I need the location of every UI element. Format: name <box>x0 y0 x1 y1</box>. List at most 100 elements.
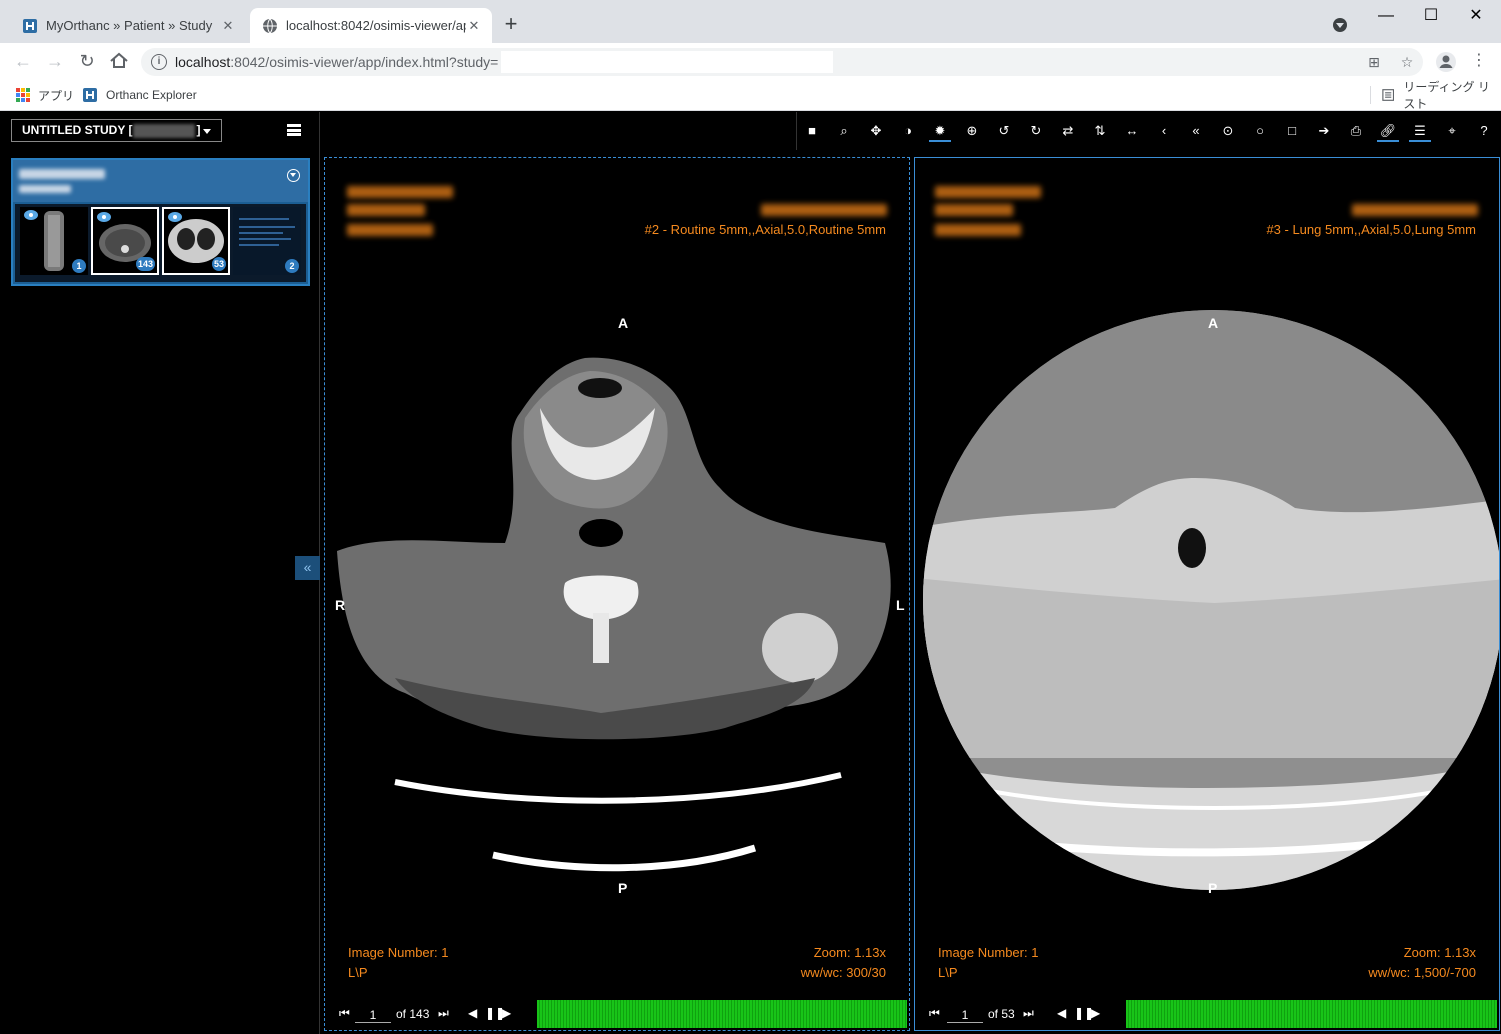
maximize-button[interactable]: ☐ <box>1411 4 1451 28</box>
patient-id-redacted <box>935 204 1013 216</box>
stop-icon[interactable]: ■ <box>801 120 823 142</box>
patient-name-redacted <box>347 186 453 198</box>
slice-loading-bar[interactable] <box>537 1000 907 1028</box>
series-thumbnail[interactable]: 2 <box>233 207 301 275</box>
study-date-redacted <box>133 123 196 138</box>
measure-length-icon[interactable]: ↔ <box>1121 120 1143 142</box>
eye-icon <box>168 212 182 222</box>
slice-number-input[interactable]: 1 <box>355 1007 391 1023</box>
ellipse-icon[interactable]: ○ <box>1249 120 1271 142</box>
contrast-icon[interactable]: ◑ <box>897 120 919 142</box>
study-sidebar: UNTITLED STUDY [] 1 143 53 2 <box>0 112 320 1034</box>
series-label: #3 - Lung 5mm,,Axial,5.0,Lung 5mm <box>1266 222 1476 237</box>
browser-tabstrip: MyOrthanc » Patient » Study ✕ localhost:… <box>0 0 1501 43</box>
slice-number-input[interactable]: 1 <box>947 1007 983 1023</box>
first-slice-icon[interactable]: ⏮ <box>339 1006 350 1021</box>
windowing-icon[interactable]: ✹ <box>929 120 951 142</box>
rectangle-icon[interactable]: □ <box>1281 120 1303 142</box>
browser-toolbar: ← → ↻ i localhost:8042/osimis-viewer/app… <box>0 43 1501 80</box>
tab-myorthanc[interactable]: MyOrthanc » Patient » Study ✕ <box>10 8 246 43</box>
image-count-badge: 53 <box>211 257 226 271</box>
close-icon[interactable]: ✕ <box>220 18 236 34</box>
previous-icon[interactable]: ‹ <box>1153 120 1175 142</box>
magnify-icon[interactable]: ⊕ <box>961 120 983 142</box>
slice-loading-bar[interactable] <box>1126 1000 1497 1028</box>
first-slice-icon[interactable]: ⏮ <box>929 1006 940 1021</box>
study-card-header <box>13 160 308 202</box>
image-number: Image Number: 1 <box>938 945 1039 960</box>
series-thumbnail[interactable]: 1 <box>20 207 88 275</box>
flip-horizontal-icon[interactable]: ⇄ <box>1057 120 1079 142</box>
study-card[interactable]: 1 143 53 2 <box>11 158 310 286</box>
translate-icon[interactable]: ⊞ <box>1365 53 1383 71</box>
forward-arrow-icon[interactable]: → <box>43 49 67 73</box>
reading-list-button[interactable]: リーディング リスト <box>1382 80 1501 111</box>
layout-icon[interactable]: ☰ <box>1409 120 1431 142</box>
series-thumbnail[interactable]: 53 <box>162 207 230 275</box>
viewport-2[interactable]: #3 - Lung 5mm,,Axial,5.0,Lung 5mm A P Im… <box>914 157 1500 1031</box>
viewport-1[interactable]: #2 - Routine 5mm,,Axial,5.0,Routine 5mm … <box>324 157 910 1031</box>
close-icon[interactable]: ✕ <box>466 18 482 34</box>
image-number: Image Number: 1 <box>348 945 449 960</box>
globe-icon <box>263 18 277 33</box>
list-view-icon[interactable] <box>287 124 301 136</box>
slice-navigator: ⏮ 1 of 143 ⏭ ◀ ❚❚ ▶ <box>325 998 909 1030</box>
play-forward-icon[interactable]: ▶ <box>1091 1006 1100 1020</box>
crosshair-icon[interactable]: ⌖ <box>1441 120 1463 142</box>
last-slice-icon[interactable]: ⏭ <box>438 1006 449 1021</box>
image-count-badge: 2 <box>285 259 299 273</box>
minimize-button[interactable]: — <box>1366 4 1406 28</box>
home-icon[interactable] <box>107 49 131 73</box>
orthanc-icon <box>23 18 37 33</box>
ct-image-neck <box>337 357 891 872</box>
back-arrow-icon[interactable]: ← <box>11 49 35 73</box>
reading-list-icon <box>1382 89 1395 101</box>
study-name-redacted <box>19 169 105 179</box>
study-datetime-redacted <box>761 204 887 216</box>
window-level: ww/wc: 1,500/-700 <box>1368 965 1476 980</box>
download-icon[interactable] <box>287 169 300 182</box>
bookmark-orthanc-explorer[interactable]: Orthanc Explorer <box>82 86 197 104</box>
print-icon[interactable]: ⎙ <box>1345 120 1367 142</box>
tab-osimis-viewer[interactable]: localhost:8042/osimis-viewer/app/ ✕ <box>250 8 492 43</box>
help-icon[interactable]: ? <box>1473 120 1495 142</box>
orientation-bottom: P <box>618 880 628 896</box>
tab-title: MyOrthanc » Patient » Study <box>46 18 213 33</box>
rotate-right-icon[interactable]: ↻ <box>1025 120 1047 142</box>
zoom-icon[interactable]: ⌕ <box>833 120 855 142</box>
patient-name-redacted <box>935 186 1041 198</box>
tab-search-icon[interactable] <box>1333 18 1347 32</box>
play-forward-icon[interactable]: ▶ <box>502 1006 511 1020</box>
site-info-icon[interactable]: i <box>151 54 167 70</box>
flip-vertical-icon[interactable]: ⇅ <box>1089 120 1111 142</box>
arrow-icon[interactable]: ➔ <box>1313 120 1335 142</box>
play-backward-icon[interactable]: ◀ <box>1057 1006 1066 1020</box>
bookmark-apps[interactable]: アプリ <box>16 86 74 104</box>
first-icon[interactable]: « <box>1185 120 1207 142</box>
menu-dots-icon[interactable]: ⋮ <box>1467 49 1491 73</box>
url-text[interactable]: localhost:8042/osimis-viewer/app/index.h… <box>175 54 498 70</box>
last-slice-icon[interactable]: ⏭ <box>1023 1006 1034 1021</box>
link-icon[interactable]: 🔗︎ <box>1377 120 1399 142</box>
profile-icon[interactable] <box>1435 51 1457 73</box>
viewer-toolbar: ■ ⌕ ✥ ◑ ✹ ⊕ ↺ ↻ ⇄ ⇅ ↔ ‹ « ⊙ ○ □ ➔ ⎙ 🔗︎ ☰… <box>796 112 1501 150</box>
image-position: L\P <box>938 965 958 980</box>
star-icon[interactable]: ☆ <box>1398 53 1416 71</box>
rotate-left-icon[interactable]: ↺ <box>993 120 1015 142</box>
address-bar[interactable]: i localhost:8042/osimis-viewer/app/index… <box>141 48 1423 76</box>
close-window-button[interactable]: ✕ <box>1456 4 1496 28</box>
reload-icon[interactable]: ↻ <box>75 49 99 73</box>
eye-icon <box>97 212 111 222</box>
series-thumbnail[interactable]: 143 <box>91 207 159 275</box>
study-selector[interactable]: UNTITLED STUDY [] <box>11 119 222 142</box>
bookmarks-divider <box>1370 86 1371 104</box>
pan-icon[interactable]: ✥ <box>865 120 887 142</box>
point-icon[interactable]: ⊙ <box>1217 120 1239 142</box>
patient-id-redacted <box>347 204 425 216</box>
tab-title: localhost:8042/osimis-viewer/app/ <box>286 18 466 33</box>
new-tab-button[interactable]: + <box>501 13 521 37</box>
url-redacted <box>501 51 833 73</box>
play-backward-icon[interactable]: ◀ <box>468 1006 477 1020</box>
study-date-redacted <box>19 185 71 193</box>
collapse-sidebar-button[interactable]: « <box>295 556 320 580</box>
